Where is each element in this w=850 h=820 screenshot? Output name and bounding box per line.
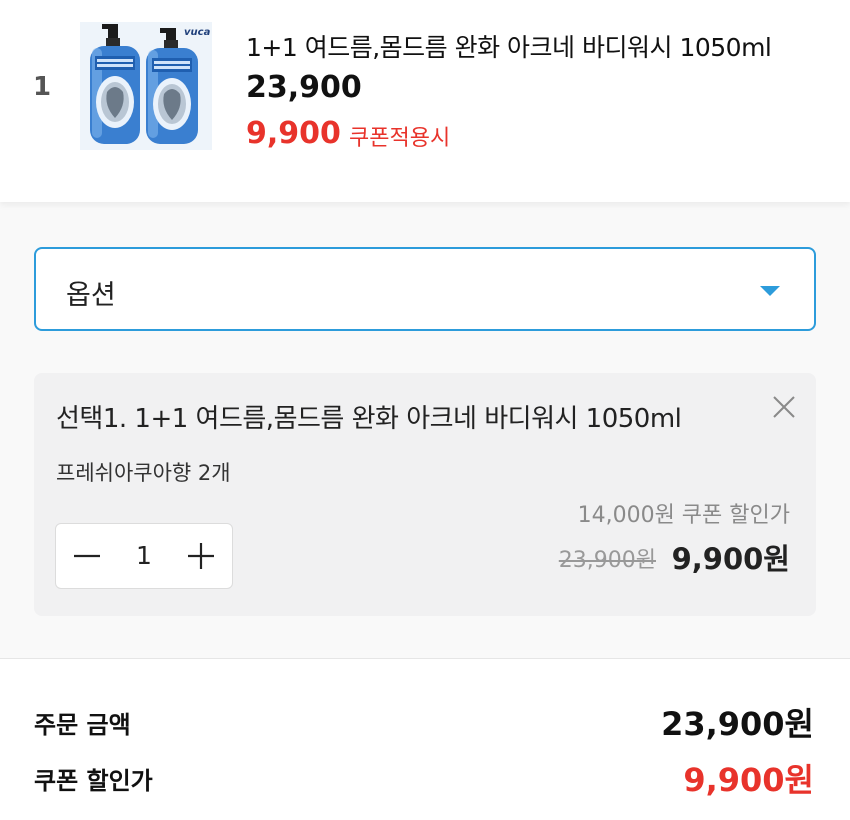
option-dropdown[interactable]: 옵션 <box>34 247 816 331</box>
original-price: 23,900원 <box>558 548 656 573</box>
order-amount-row: 주문 금액 23,900원 <box>34 699 814 743</box>
coupon-discount-note: 14,000원 쿠폰 할인가 <box>577 503 790 528</box>
coupon-applied-label: 쿠폰적용시 <box>349 126 451 151</box>
selected-option-title: 선택1. 1+1 여드름,몸드름 완화 아크네 바디워시 1050ml <box>56 404 682 434</box>
selected-option-card: 선택1. 1+1 여드름,몸드름 완화 아크네 바디워시 1050ml 프레쉬아… <box>34 373 816 616</box>
close-icon[interactable] <box>770 393 798 421</box>
product-rank: 1 <box>33 72 52 102</box>
order-amount-value: 23,900원 <box>661 705 814 743</box>
product-sale-price: 9,900 <box>246 116 341 151</box>
product-title[interactable]: 1+1 여드름,몸드름 완화 아크네 바디워시 1050ml <box>246 28 772 64</box>
svg-text:vuca: vuca <box>184 27 211 38</box>
coupon-price-row: 쿠폰 할인가 9,900원 <box>34 755 814 799</box>
product-row[interactable]: 1 vuca 1+1 여드름,몸드름 완화 아크네 바디워시 1050ml 23… <box>0 0 850 202</box>
product-price: 23,900 <box>246 70 362 105</box>
coupon-price-value: 9,900원 <box>683 761 814 799</box>
chevron-down-icon <box>760 286 780 296</box>
order-summary: 주문 금액 23,900원 쿠폰 할인가 9,900원 <box>0 658 850 820</box>
order-amount-label: 주문 금액 <box>34 711 131 739</box>
final-price: 9,900원 <box>671 542 790 576</box>
quantity-stepper: 1 <box>55 523 233 589</box>
selected-option-variant: 프레쉬아쿠아향 2개 <box>56 461 231 485</box>
coupon-price-label: 쿠폰 할인가 <box>34 767 153 795</box>
option-dropdown-label: 옵션 <box>66 280 116 311</box>
option-section: 옵션 선택1. 1+1 여드름,몸드름 완화 아크네 바디워시 1050ml 프… <box>0 202 850 658</box>
plus-icon[interactable] <box>182 537 220 575</box>
product-thumbnail: vuca <box>80 22 212 150</box>
